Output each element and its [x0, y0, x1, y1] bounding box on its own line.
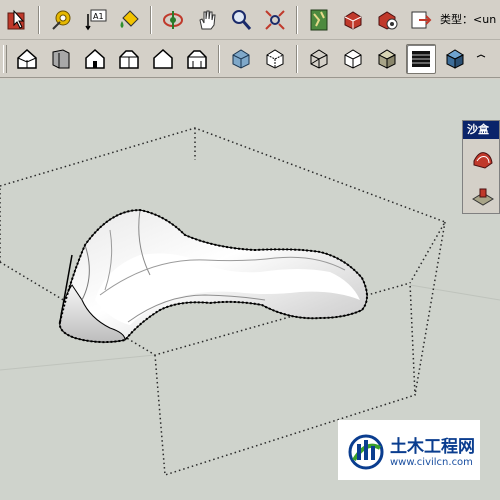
zoom-extents-icon [265, 9, 285, 30]
wireframe-style-button[interactable] [304, 44, 334, 74]
terrain-surface[interactable] [58, 208, 368, 344]
top-view-button[interactable] [46, 44, 76, 74]
iso-view-icon [17, 48, 37, 69]
paint-bucket-button[interactable] [114, 5, 144, 35]
pan-hand-icon [199, 10, 216, 29]
zoom-icon [232, 9, 252, 30]
export-icon [411, 11, 432, 28]
tape-measure-button[interactable] [46, 5, 76, 35]
toolbar-separator [296, 44, 298, 73]
hidden-line-style-button[interactable] [338, 44, 368, 74]
sandbox-from-contours-icon [473, 152, 493, 169]
component-red-icon [344, 10, 362, 30]
back-view-button[interactable] [148, 44, 178, 74]
text-label-icon: A1 [85, 9, 107, 30]
toolbar-separator [218, 44, 220, 73]
front-view-icon [85, 48, 105, 69]
more-toolbar-button[interactable] [474, 44, 488, 74]
zoom-button[interactable] [226, 5, 256, 35]
back-view-icon [153, 48, 173, 69]
main-toolbar: A1 类型：<un [0, 0, 500, 40]
toolbar-separator [296, 5, 298, 34]
right-view-button[interactable] [114, 44, 144, 74]
shaded-textures-style-icon [412, 50, 430, 67]
sandbox-toolbar: 沙盒 [462, 120, 500, 214]
watermark-url: www.civilcn.com [390, 457, 473, 468]
export-button[interactable] [406, 5, 436, 35]
select-icon [7, 9, 25, 29]
ground-axis-line [409, 284, 500, 301]
type-status-label: 类型：<un [440, 13, 497, 26]
map-button[interactable] [304, 5, 334, 35]
monochrome-style-icon [445, 48, 465, 69]
sandbox-from-contours-button[interactable] [467, 143, 499, 175]
shaded-style-button[interactable] [372, 44, 402, 74]
top-view-icon [52, 48, 70, 68]
left-view-icon [187, 49, 207, 69]
wireframe-style-icon [310, 48, 328, 69]
iso-view-button[interactable] [12, 44, 42, 74]
orbit-button[interactable] [158, 5, 188, 35]
component-button[interactable] [338, 5, 368, 35]
shaded-textures-style-button[interactable] [406, 43, 436, 74]
xray-style-icon [232, 48, 250, 69]
sandbox-stamp-button[interactable] [467, 179, 499, 211]
watermark-title: 土木工程网 [390, 437, 475, 457]
orbit-icon [163, 10, 183, 29]
left-view-button[interactable] [182, 44, 212, 74]
ground-axis-line [0, 354, 156, 371]
pan-button[interactable] [192, 5, 222, 35]
toolbar-separator [150, 5, 152, 34]
paint-bucket-icon [120, 9, 139, 28]
back-edges-style-icon [266, 48, 284, 69]
tape-measure-icon [52, 10, 71, 30]
materials-icon [378, 10, 398, 30]
map-icon [310, 9, 328, 30]
sandbox-toolbar-title[interactable]: 沙盒 [463, 121, 499, 139]
views-toolbar [0, 40, 500, 78]
back-edges-style-button[interactable] [260, 44, 290, 74]
shaded-style-icon [377, 48, 397, 69]
civilcn-logo-icon [348, 434, 384, 470]
select-button[interactable] [2, 5, 32, 35]
toolbar-separator [38, 5, 40, 34]
front-view-button[interactable] [80, 44, 110, 74]
sandbox-stamp-icon [472, 188, 494, 206]
right-view-icon [119, 49, 139, 69]
watermark-logo: 土木工程网 www.civilcn.com [338, 420, 480, 480]
toolbar-overflow-icon [476, 53, 486, 57]
zoom-extents-button[interactable] [260, 5, 290, 35]
text-label-glyph: A1 [93, 12, 104, 21]
materials-button[interactable] [372, 5, 402, 35]
monochrome-style-button[interactable] [440, 44, 470, 74]
xray-style-button[interactable] [226, 44, 256, 74]
watermark-text: 土木工程网 www.civilcn.com [390, 432, 475, 468]
hidden-line-style-icon [344, 48, 362, 69]
text-label-button[interactable]: A1 [80, 5, 110, 35]
toolbar-grip[interactable] [3, 44, 7, 73]
